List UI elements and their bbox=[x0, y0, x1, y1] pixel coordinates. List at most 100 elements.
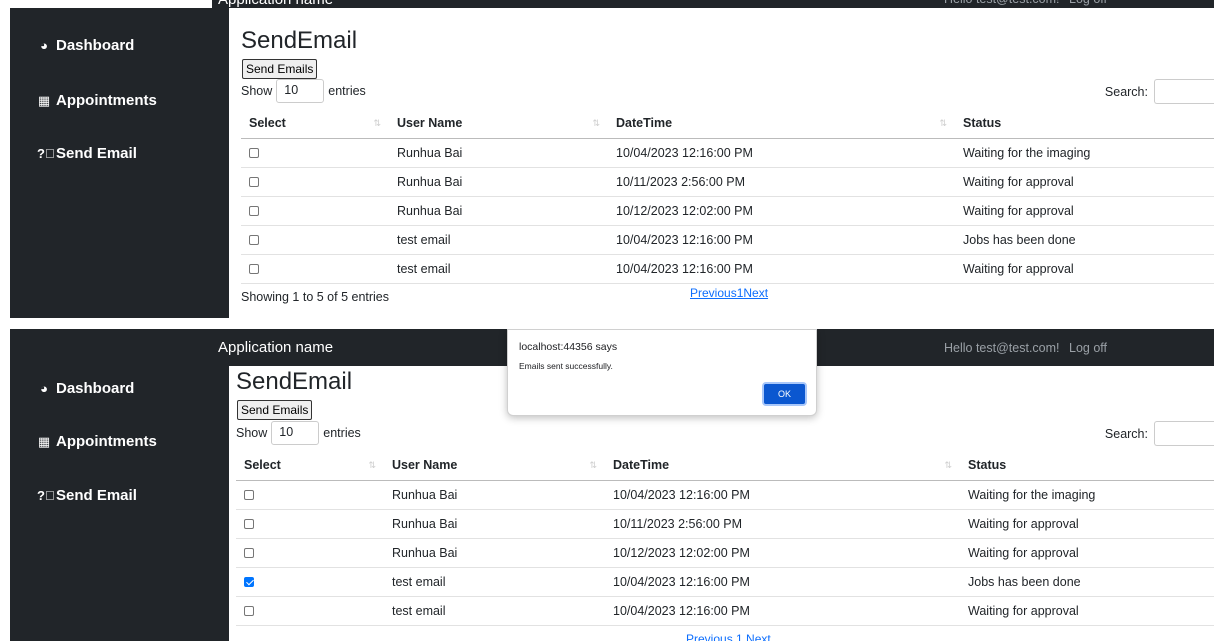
column-header-user-name[interactable]: User Name ⇅ bbox=[389, 109, 608, 139]
datetime-cell: 10/12/2023 12:02:00 PM bbox=[605, 538, 960, 568]
row-select-checkbox-checked[interactable] bbox=[244, 577, 254, 588]
sidebar-item-dashboard[interactable]: ◕ Dashboard bbox=[37, 37, 134, 54]
row-select-checkbox[interactable] bbox=[249, 235, 259, 246]
row-select-checkbox[interactable] bbox=[244, 519, 254, 530]
dialog-ok-button[interactable]: OK bbox=[762, 382, 807, 406]
table-header-row: Select ⇅ User Name ⇅ DateTime ⇅ Status bbox=[241, 109, 1214, 139]
entries-select[interactable]: 10 bbox=[276, 79, 325, 103]
datetime-cell: 10/04/2023 12:16:00 PM bbox=[608, 254, 955, 284]
sort-icon: ⇅ bbox=[368, 460, 376, 470]
row-select-checkbox[interactable] bbox=[244, 606, 254, 617]
pagination-links[interactable]: Previous1Next bbox=[690, 286, 768, 300]
table-info: Showing 1 to 5 of 5 entries bbox=[241, 290, 390, 304]
table-row: Runhua Bai 10/11/2023 2:56:00 PM Waiting… bbox=[241, 167, 1214, 197]
user-name-cell: test email bbox=[384, 596, 605, 626]
send-emails-button[interactable]: Send Emails bbox=[242, 59, 318, 79]
question-circle-icon: ?⃝ bbox=[37, 146, 55, 161]
question-circle-icon: ?⃝ bbox=[37, 488, 55, 503]
select-cell bbox=[241, 167, 389, 197]
sort-icon: ⇅ bbox=[592, 118, 600, 128]
emails-table: Select ⇅ User Name ⇅ DateTime ⇅ Status Runh… bbox=[236, 451, 1214, 626]
table-row: Runhua Bai 10/12/2023 12:02:00 PM Waitin… bbox=[241, 196, 1214, 226]
status-cell: Waiting for the imaging bbox=[955, 138, 1214, 168]
column-header-status[interactable]: Status bbox=[960, 451, 1214, 481]
log-off-link[interactable]: Log off bbox=[1069, 341, 1107, 355]
top-navbar: Application name Hello test@test.com! Lo… bbox=[212, 0, 1214, 8]
search-control: Search: bbox=[1105, 421, 1214, 446]
user-name-cell: Runhua Bai bbox=[384, 538, 605, 568]
status-cell: Waiting for the imaging bbox=[960, 480, 1214, 510]
column-header-label: Select bbox=[249, 116, 286, 131]
show-label: Show bbox=[241, 84, 273, 98]
sidebar-item-dashboard[interactable]: ◕ Dashboard bbox=[37, 380, 134, 397]
sidebar-item-send-email[interactable]: ?⃝ Send Email bbox=[37, 145, 137, 162]
send-emails-button[interactable]: Send Emails bbox=[237, 400, 313, 420]
sidebar-item-label: Send Email bbox=[56, 145, 137, 162]
column-header-user-name[interactable]: User Name ⇅ bbox=[384, 451, 605, 481]
column-header-label: DateTime bbox=[613, 458, 670, 473]
user-nav: Hello test@test.com! Log off bbox=[944, 0, 1113, 6]
column-header-select[interactable]: Select ⇅ bbox=[241, 109, 389, 139]
status-cell: Waiting for approval bbox=[960, 509, 1214, 539]
status-cell: Waiting for approval bbox=[960, 596, 1214, 626]
table-row: test email 10/04/2023 12:16:00 PM Jobs h… bbox=[241, 225, 1214, 255]
sidebar-item-appointments[interactable]: ▦ Appointments bbox=[37, 433, 157, 450]
sort-icon: ⇅ bbox=[944, 460, 952, 470]
datetime-cell: 10/04/2023 12:16:00 PM bbox=[605, 567, 960, 597]
alert-dialog: localhost:44356 says Emails sent success… bbox=[507, 329, 817, 416]
sort-icon: ⇅ bbox=[373, 118, 381, 128]
column-header-datetime[interactable]: DateTime ⇅ bbox=[605, 451, 960, 481]
table-row: test email 10/04/2023 12:16:00 PM Waitin… bbox=[236, 596, 1214, 626]
datetime-cell: 10/04/2023 12:16:00 PM bbox=[605, 596, 960, 626]
entries-select[interactable]: 10 bbox=[271, 421, 320, 445]
show-label: Show bbox=[236, 426, 268, 440]
log-off-link[interactable]: Log off bbox=[1069, 0, 1107, 6]
table-row: Runhua Bai 10/11/2023 2:56:00 PM Waiting… bbox=[236, 509, 1214, 539]
select-cell bbox=[241, 138, 389, 168]
app-brand-link[interactable]: Application name bbox=[218, 0, 333, 8]
screenshot-before: ◕ Dashboard ▦ Appointments ?⃝ Send Email… bbox=[0, 0, 1214, 318]
row-select-checkbox[interactable] bbox=[249, 206, 259, 217]
row-select-checkbox[interactable] bbox=[244, 490, 254, 501]
column-header-datetime[interactable]: DateTime ⇅ bbox=[608, 109, 955, 139]
select-cell bbox=[236, 538, 384, 568]
search-input[interactable] bbox=[1154, 79, 1214, 104]
row-select-checkbox[interactable] bbox=[249, 264, 259, 275]
sidebar-item-appointments[interactable]: ▦ Appointments bbox=[37, 92, 157, 109]
pagination-links[interactable]: Previous 1 Next bbox=[686, 632, 771, 641]
hello-user-link[interactable]: Hello test@test.com! bbox=[944, 0, 1060, 6]
status-cell: Waiting for approval bbox=[955, 196, 1214, 226]
sort-icon: ⇅ bbox=[589, 460, 597, 470]
emails-table: Select ⇅ User Name ⇅ DateTime ⇅ Status Runh… bbox=[241, 109, 1214, 284]
user-nav: Hello test@test.com! Log off bbox=[944, 341, 1113, 355]
status-cell: Waiting for approval bbox=[960, 538, 1214, 568]
status-cell: Waiting for approval bbox=[955, 167, 1214, 197]
row-select-checkbox[interactable] bbox=[249, 148, 259, 159]
app-brand-link[interactable]: Application name bbox=[218, 339, 333, 356]
select-cell bbox=[241, 196, 389, 226]
search-label: Search: bbox=[1104, 84, 1148, 99]
table-row: test email 10/04/2023 12:16:00 PM Jobs h… bbox=[236, 567, 1214, 597]
datetime-cell: 10/11/2023 2:56:00 PM bbox=[608, 167, 955, 197]
select-cell bbox=[236, 567, 384, 597]
calendar-icon: ▦ bbox=[37, 92, 51, 108]
status-cell: Waiting for approval bbox=[955, 254, 1214, 284]
table-row: Runhua Bai 10/04/2023 12:16:00 PM Waitin… bbox=[241, 138, 1214, 168]
sidebar-item-label: Dashboard bbox=[56, 380, 135, 397]
sidebar: ◕ Dashboard ▦ Appointments ?⃝ Send Email bbox=[10, 329, 229, 641]
hello-user-link[interactable]: Hello test@test.com! bbox=[944, 341, 1060, 355]
sidebar-item-send-email[interactable]: ?⃝ Send Email bbox=[37, 487, 137, 504]
user-name-cell: test email bbox=[389, 225, 608, 255]
user-name-cell: Runhua Bai bbox=[384, 509, 605, 539]
row-select-checkbox[interactable] bbox=[244, 548, 254, 559]
column-header-status[interactable]: Status bbox=[955, 109, 1214, 139]
row-select-checkbox[interactable] bbox=[249, 177, 259, 188]
select-cell bbox=[236, 480, 384, 510]
user-name-cell: test email bbox=[384, 567, 605, 597]
column-header-label: DateTime bbox=[616, 116, 673, 131]
column-header-select[interactable]: Select ⇅ bbox=[236, 451, 384, 481]
search-input[interactable] bbox=[1154, 421, 1214, 446]
dialog-message: Emails sent successfully. bbox=[519, 361, 613, 371]
sidebar-item-label: Dashboard bbox=[56, 37, 135, 54]
sidebar: ◕ Dashboard ▦ Appointments ?⃝ Send Email bbox=[10, 8, 229, 318]
